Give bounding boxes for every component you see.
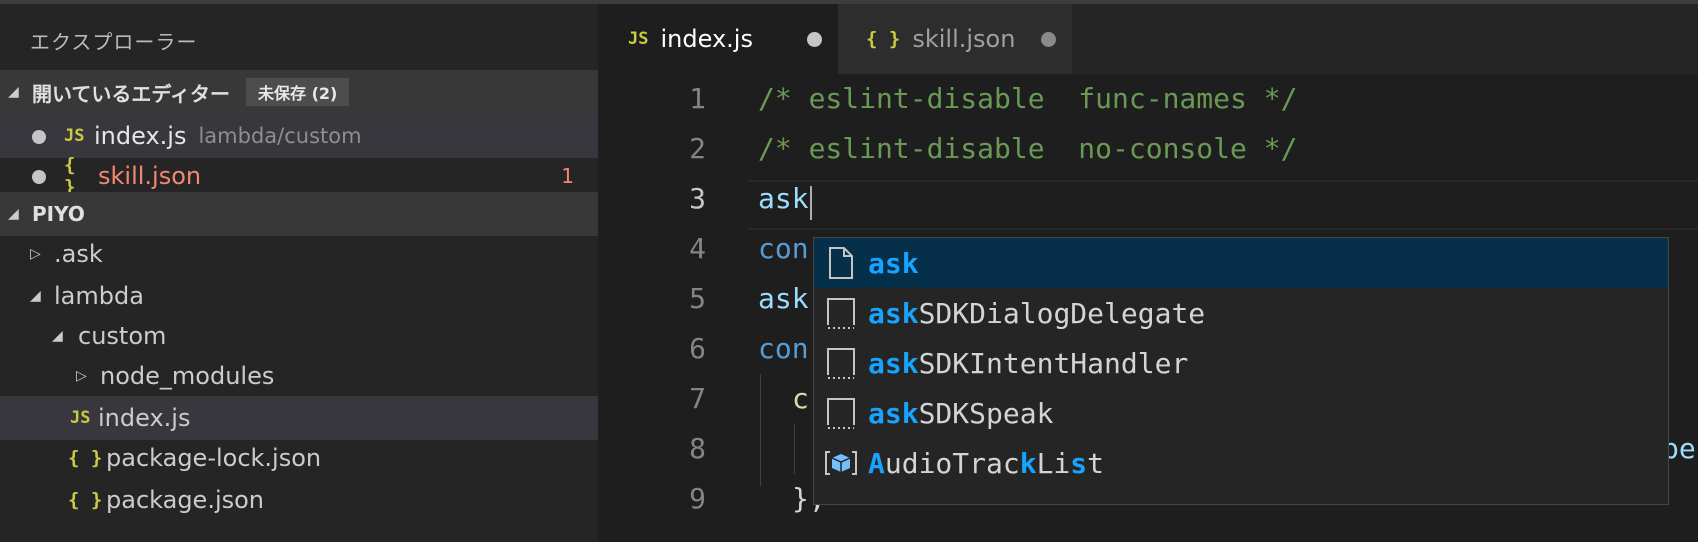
suggestion-rest: Li (1036, 446, 1071, 480)
suggestion-rest: t (1087, 446, 1105, 480)
suggestion-item[interactable]: ask SDKDialogDelegate (814, 288, 1668, 338)
chevron-right-icon: ▷ (30, 246, 41, 262)
suggestion-rest: SDKSpeak (918, 396, 1054, 430)
suggestion-match: ask (868, 296, 919, 330)
tree-item-label: package.json (106, 486, 265, 514)
tree-item-ask-folder[interactable]: ▷ .ask (0, 232, 598, 276)
workspace-section-header[interactable]: ◢ PIYO (0, 192, 598, 236)
unsaved-dot-icon[interactable] (807, 32, 822, 47)
tree-item-label: custom (78, 322, 167, 350)
autocomplete-suggest-widget: ask ask SDKDialogDelegate ask SDKIntentHan… (813, 237, 1669, 505)
js-file-icon: JS (628, 29, 649, 49)
code-line: ask (758, 182, 809, 215)
indent-guide (794, 424, 795, 474)
js-file-icon: JS (64, 126, 85, 146)
tab-skill-json[interactable]: { } skill.json (838, 4, 1072, 74)
unsaved-dot-icon[interactable] (1041, 32, 1056, 47)
error-count-badge: 1 (561, 164, 574, 188)
code-line: c (792, 382, 809, 415)
suggestion-match: ask (868, 346, 919, 380)
open-editor-name: index.js (94, 122, 187, 150)
indent-guide (760, 374, 761, 486)
suggestion-match: s (1070, 446, 1088, 480)
snippet-icon (824, 396, 858, 430)
suggestion-match: k (1019, 446, 1037, 480)
explorer-title: エクスプローラー (30, 30, 198, 54)
open-editor-path: lambda/custom (198, 124, 362, 148)
suggestion-match: A (868, 446, 885, 480)
code-line: con (758, 332, 809, 365)
explorer-sidebar: エクスプローラー ◢ 開いているエディター 未保存 (2) JS index.j… (0, 4, 598, 542)
snippet-icon (824, 346, 858, 380)
tree-item-index-js[interactable]: JS index.js (0, 396, 598, 440)
tree-item-label: node_modules (100, 362, 275, 390)
line-number: 6 (689, 332, 706, 365)
line-number: 5 (689, 282, 706, 315)
snippet-icon (824, 296, 858, 330)
tree-item-label: package-lock.json (106, 444, 322, 472)
tree-item-label: index.js (98, 404, 191, 432)
module-icon (824, 446, 858, 480)
suggestion-match: ask (868, 396, 919, 430)
suggestion-item[interactable]: AudioTrac k Li s t (814, 438, 1668, 488)
line-number: 2 (689, 132, 706, 165)
current-line-highlight (748, 180, 1698, 230)
tree-item-package-lock-json[interactable]: { } package-lock.json (0, 436, 598, 480)
suggestion-rest: udioTrac (884, 446, 1020, 480)
unsaved-dot-icon[interactable] (32, 122, 64, 150)
json-file-icon: { } (866, 28, 901, 50)
tab-label: index.js (660, 25, 753, 53)
tab-index-js[interactable]: JS index.js (598, 4, 838, 74)
suggestion-item[interactable]: ask SDKIntentHandler (814, 338, 1668, 388)
line-number: 8 (689, 432, 706, 465)
json-file-icon: { } (68, 447, 103, 469)
unsaved-dot-icon[interactable] (32, 162, 64, 190)
code-line: /* eslint-disable func-names */ (758, 82, 1298, 115)
suggestion-match: ask (868, 246, 919, 280)
js-file-icon: JS (70, 408, 91, 428)
suggestion-rest: SDKDialogDelegate (918, 296, 1206, 330)
open-editor-index-js[interactable]: JS index.js lambda/custom (0, 114, 598, 158)
code-line: con (758, 232, 809, 265)
line-number: 3 (689, 182, 706, 215)
tree-item-node-modules-folder[interactable]: ▷ node_modules (0, 354, 598, 398)
tab-label: skill.json (912, 25, 1016, 53)
tree-item-package-json[interactable]: { } package.json (0, 478, 598, 522)
line-number: 4 (689, 232, 706, 265)
workspace-label: PIYO (32, 202, 85, 226)
editor-tab-bar: JS index.js { } skill.json (598, 4, 1698, 74)
suggestion-item[interactable]: ask (814, 238, 1668, 288)
suggestion-item[interactable]: ask SDKSpeak (814, 388, 1668, 438)
chevron-down-icon: ◢ (52, 328, 63, 344)
open-editors-section-header[interactable]: ◢ 開いているエディター 未保存 (2) (0, 70, 598, 114)
file-icon (824, 246, 858, 280)
text-cursor (810, 186, 812, 220)
tree-item-lambda-folder[interactable]: ◢ lambda (0, 274, 598, 318)
open-editors-label: 開いているエディター (32, 81, 230, 106)
suggestion-rest: SDKIntentHandler (918, 346, 1189, 380)
line-number: 9 (689, 482, 706, 515)
json-file-icon: { } (68, 489, 103, 511)
line-number: 1 (689, 82, 706, 115)
code-line: ask (758, 282, 809, 315)
chevron-down-icon: ◢ (8, 206, 19, 222)
unsaved-badge: 未保存 (2) (246, 78, 350, 106)
open-editor-name: skill.json (98, 162, 202, 190)
tree-item-custom-folder[interactable]: ◢ custom (0, 314, 598, 358)
chevron-right-icon: ▷ (76, 368, 87, 384)
code-line: /* eslint-disable no-console */ (758, 132, 1298, 165)
line-number: 7 (689, 382, 706, 415)
chevron-down-icon: ◢ (30, 288, 41, 304)
chevron-down-icon: ◢ (8, 84, 19, 100)
tree-item-label: .ask (54, 240, 103, 268)
tree-item-label: lambda (54, 282, 144, 310)
